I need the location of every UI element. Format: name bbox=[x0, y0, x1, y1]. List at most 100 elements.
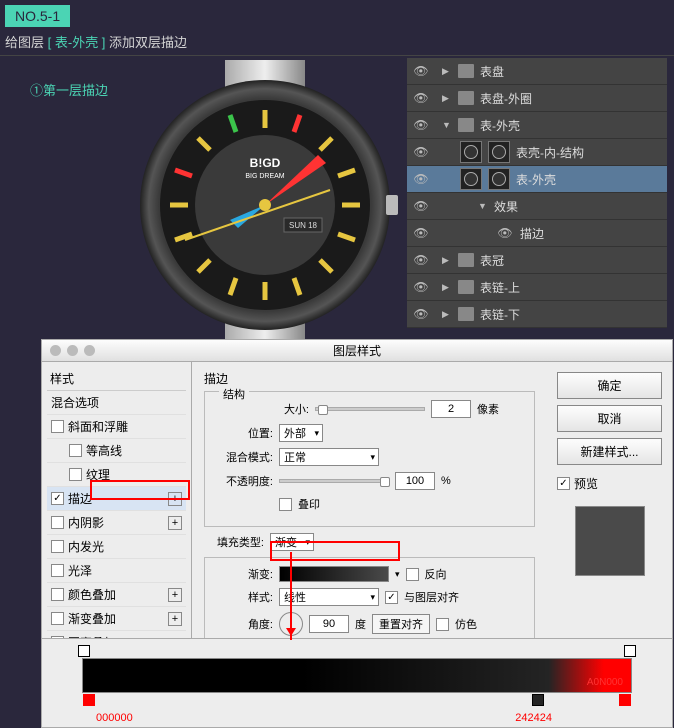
disclose-icon[interactable]: ▶ bbox=[442, 309, 452, 320]
style-checkbox[interactable] bbox=[51, 588, 64, 601]
visibility-icon[interactable]: 👁 bbox=[412, 305, 430, 323]
new-style-button[interactable]: 新建样式... bbox=[557, 438, 662, 465]
visibility-icon[interactable]: 👁 bbox=[412, 224, 430, 242]
style-label: 等高线 bbox=[86, 442, 122, 459]
style-item[interactable]: 内发光 bbox=[47, 535, 186, 559]
style-checkbox[interactable] bbox=[51, 516, 64, 529]
angle-label: 角度: bbox=[213, 616, 273, 632]
opacity-stop-right[interactable] bbox=[624, 645, 636, 657]
folder-icon bbox=[458, 307, 474, 321]
color-stop-right[interactable] bbox=[619, 694, 631, 706]
style-label: 渐变叠加 bbox=[68, 610, 116, 627]
layer-row[interactable]: 👁▶表盘 bbox=[407, 58, 667, 85]
ok-button[interactable]: 确定 bbox=[557, 372, 662, 399]
style-item[interactable]: 斜面和浮雕 bbox=[47, 415, 186, 439]
style-item[interactable]: 内阴影+ bbox=[47, 511, 186, 535]
style-checkbox[interactable]: ✓ bbox=[51, 492, 64, 505]
header-prefix: 给图层 bbox=[5, 35, 44, 50]
folder-icon bbox=[458, 280, 474, 294]
visibility-icon[interactable]: 👁 bbox=[412, 116, 430, 134]
opacity-slider[interactable] bbox=[279, 479, 389, 483]
preview-box bbox=[575, 506, 645, 576]
arrow-indicator bbox=[290, 552, 292, 640]
visibility-icon[interactable]: 👁 bbox=[412, 89, 430, 107]
size-slider[interactable] bbox=[315, 407, 425, 411]
disclose-icon[interactable]: ▼ bbox=[478, 201, 488, 211]
layer-row[interactable]: 👁▶表链-下 bbox=[407, 301, 667, 328]
layer-row[interactable]: 👁👁描边 bbox=[407, 220, 667, 247]
grad-style-select[interactable]: 线性 bbox=[279, 588, 379, 606]
preview-label: 预览 bbox=[574, 475, 598, 492]
disclose-icon[interactable]: ▶ bbox=[442, 66, 452, 77]
reverse-checkbox[interactable] bbox=[406, 568, 419, 581]
style-checkbox[interactable] bbox=[69, 444, 82, 457]
style-item[interactable]: 混合选项 bbox=[47, 391, 186, 415]
align-checkbox[interactable]: ✓ bbox=[385, 591, 398, 604]
style-item[interactable]: 纹理 bbox=[47, 463, 186, 487]
layer-row[interactable]: 👁▶表冠 bbox=[407, 247, 667, 274]
visibility-icon[interactable]: 👁 bbox=[412, 170, 430, 188]
visibility-icon[interactable]: 👁 bbox=[496, 224, 514, 242]
gradient-preview[interactable] bbox=[279, 566, 389, 582]
visibility-icon[interactable]: 👁 bbox=[412, 197, 430, 215]
style-item[interactable]: 渐变叠加 + bbox=[47, 607, 186, 631]
style-item[interactable]: 等高线 bbox=[47, 439, 186, 463]
angle-unit: 度 bbox=[355, 616, 366, 632]
position-select[interactable]: 外部 bbox=[279, 424, 323, 442]
visibility-icon[interactable]: 👁 bbox=[412, 251, 430, 269]
fill-type-select[interactable]: 渐变 bbox=[270, 533, 314, 551]
gradient-bar[interactable]: A0N000 bbox=[82, 658, 632, 693]
cancel-button[interactable]: 取消 bbox=[557, 405, 662, 432]
visibility-icon[interactable]: 👁 bbox=[412, 278, 430, 296]
add-instance-button[interactable]: + bbox=[168, 516, 182, 530]
color-stop-mid[interactable] bbox=[532, 694, 544, 706]
add-instance-button[interactable]: + bbox=[168, 492, 182, 506]
folder-icon bbox=[458, 118, 474, 132]
layer-name: 表-外壳 bbox=[480, 117, 520, 134]
style-item[interactable]: 颜色叠加 + bbox=[47, 583, 186, 607]
style-label: 斜面和浮雕 bbox=[68, 418, 128, 435]
dialog-titlebar[interactable]: 图层样式 bbox=[42, 340, 672, 362]
disclose-icon[interactable]: ▶ bbox=[442, 93, 452, 104]
layer-row[interactable]: 👁 ▼ 表-外壳 bbox=[407, 112, 667, 139]
reset-align-button[interactable]: 重置对齐 bbox=[372, 614, 430, 634]
size-input[interactable] bbox=[431, 400, 471, 418]
window-controls[interactable] bbox=[50, 345, 95, 356]
style-checkbox[interactable] bbox=[51, 564, 64, 577]
style-checkbox[interactable] bbox=[51, 612, 64, 625]
disclose-icon[interactable]: ▼ bbox=[442, 120, 452, 130]
preview-checkbox[interactable]: ✓ bbox=[557, 477, 570, 490]
opacity-stop-left[interactable] bbox=[78, 645, 90, 657]
style-checkbox[interactable] bbox=[69, 468, 82, 481]
align-label: 与图层对齐 bbox=[404, 589, 459, 605]
visibility-icon[interactable]: 👁 bbox=[412, 62, 430, 80]
overprint-checkbox[interactable] bbox=[279, 498, 292, 511]
visibility-icon[interactable]: 👁 bbox=[412, 143, 430, 161]
style-checkbox[interactable] bbox=[51, 540, 64, 553]
layer-row[interactable]: 👁▶表链-上 bbox=[407, 274, 667, 301]
dialog-title: 图层样式 bbox=[333, 342, 381, 359]
layer-style-dialog: 图层样式 样式 混合选项斜面和浮雕等高线纹理✓描边+内阴影+内发光光泽颜色叠加+… bbox=[41, 339, 673, 639]
header-description: 给图层 [ 表-外壳 ] 添加双层描边 bbox=[5, 32, 187, 51]
add-instance-button[interactable]: + bbox=[168, 588, 182, 602]
layer-row[interactable]: 👁表-外壳 bbox=[407, 166, 667, 193]
opacity-input[interactable] bbox=[395, 472, 435, 490]
angle-input[interactable] bbox=[309, 615, 349, 633]
style-label: 颜色叠加 bbox=[68, 586, 116, 603]
size-label: 大小: bbox=[249, 401, 309, 417]
style-checkbox[interactable] bbox=[51, 420, 64, 433]
watch-illustration: B!GD BIG DREAM SUN 18 bbox=[130, 60, 400, 350]
style-item[interactable]: 光泽 bbox=[47, 559, 186, 583]
layer-row[interactable]: 👁▼效果 bbox=[407, 193, 667, 220]
disclose-icon[interactable]: ▶ bbox=[442, 255, 452, 266]
disclose-icon[interactable]: ▶ bbox=[442, 282, 452, 293]
color-stop-left[interactable] bbox=[83, 694, 95, 706]
blend-select[interactable]: 正常 bbox=[279, 448, 379, 466]
dither-checkbox[interactable] bbox=[436, 618, 449, 631]
style-label: 描边 bbox=[68, 490, 92, 507]
svg-text:B!GD: B!GD bbox=[250, 156, 281, 170]
style-item[interactable]: ✓ 描边 + bbox=[47, 487, 186, 511]
layer-row[interactable]: 👁▶表盘-外圈 bbox=[407, 85, 667, 112]
layer-row[interactable]: 👁表壳-内-结构 bbox=[407, 139, 667, 166]
add-instance-button[interactable]: + bbox=[168, 612, 182, 626]
